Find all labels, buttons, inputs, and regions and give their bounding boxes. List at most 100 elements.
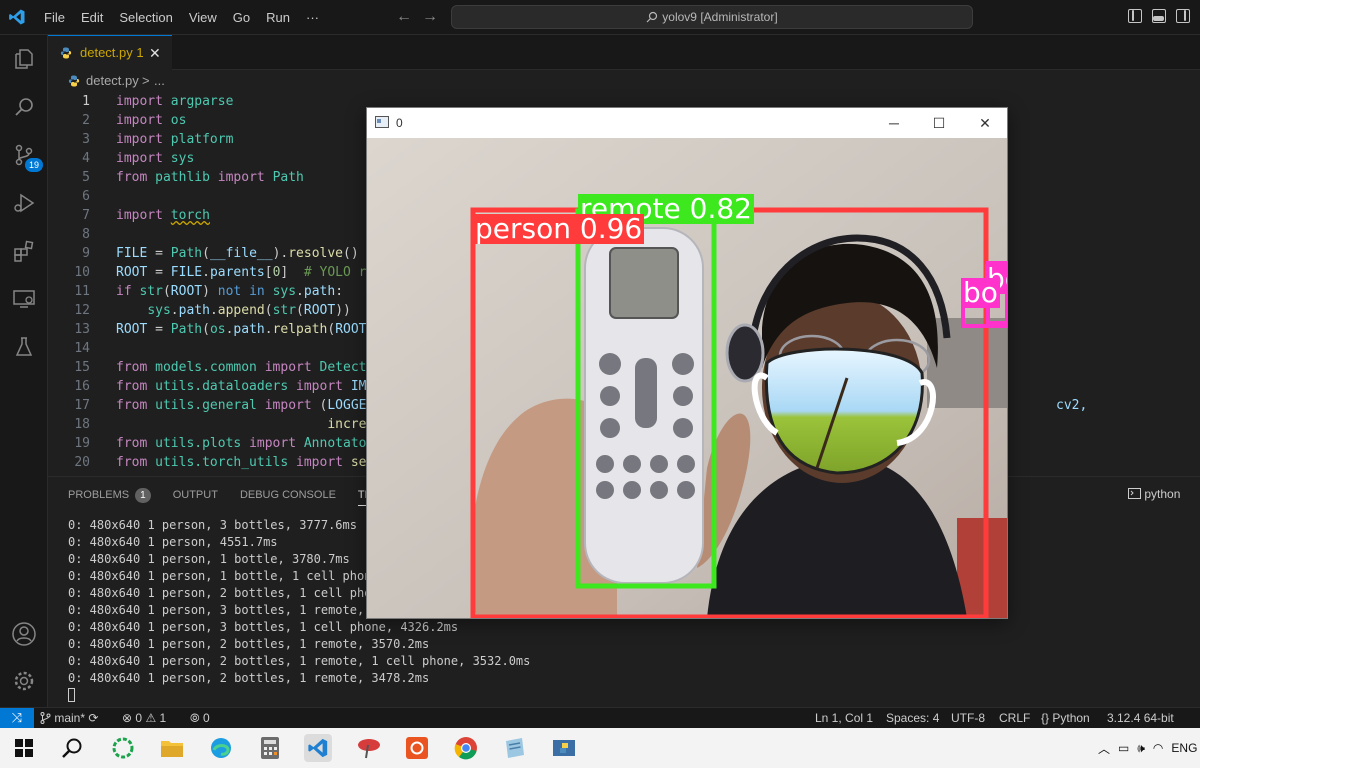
command-center-search[interactable]: yolov9 [Administrator] xyxy=(451,5,973,29)
person-detection-label: person 0.96 xyxy=(473,212,645,245)
vscode-taskbar-icon[interactable] xyxy=(304,734,332,762)
line-number: 20 xyxy=(74,455,90,470)
code-text: FILE = Path(__file__).resolve() xyxy=(116,246,359,261)
line-endings[interactable]: CRLF xyxy=(999,708,1030,728)
python-idle-icon[interactable] xyxy=(550,734,578,762)
back-arrow-icon[interactable]: ← xyxy=(396,8,422,25)
forward-arrow-icon[interactable]: → xyxy=(422,8,448,25)
system-tray: ︿ ▭ 🕪 ◠ ENG xyxy=(1098,728,1197,768)
chrome-icon[interactable] xyxy=(452,734,480,762)
code-text: import torch xyxy=(116,208,210,223)
opencv-window[interactable]: 0 ─ ☐ ✕ remote 0.82 person 0.96 bo xyxy=(366,107,1008,619)
line-number: 12 xyxy=(74,303,90,318)
terminal-instance[interactable]: python xyxy=(1128,487,1180,501)
toggle-panel-icon[interactable] xyxy=(1152,9,1166,23)
toggle-primary-sidebar-icon[interactable] xyxy=(1128,9,1142,23)
code-text: from utils.dataloaders import IMG xyxy=(116,379,375,394)
tab-problems-label: PROBLEMS xyxy=(68,489,130,501)
source-control-icon[interactable]: 19 xyxy=(0,131,48,179)
explorer-icon[interactable] xyxy=(0,35,48,83)
line-number: 1 xyxy=(82,94,90,109)
ubuntu-icon[interactable] xyxy=(403,734,431,762)
menu-view[interactable]: View xyxy=(181,0,225,35)
line-number: 14 xyxy=(74,341,90,356)
language-label: Python xyxy=(1052,711,1090,725)
search-icon[interactable] xyxy=(0,83,48,131)
wifi-icon[interactable]: ◠ xyxy=(1153,741,1163,755)
menu-more[interactable]: ··· xyxy=(298,0,327,35)
terminal-icon xyxy=(1128,488,1141,499)
tab-output[interactable]: OUTPUT xyxy=(173,489,218,501)
opencv-titlebar[interactable]: 0 ─ ☐ ✕ xyxy=(367,108,1007,138)
desktop-area xyxy=(1200,0,1366,728)
toggle-secondary-sidebar-icon[interactable] xyxy=(1176,9,1190,23)
testing-flask-icon[interactable] xyxy=(0,323,48,371)
activity-bar: 19 xyxy=(0,35,48,707)
line-number: 8 xyxy=(82,227,90,242)
tab-detect-py[interactable]: detect.py 1 ✕ xyxy=(48,35,172,70)
breadcrumb-file[interactable]: detect.py xyxy=(86,70,139,92)
source-control-badge: 19 xyxy=(25,158,44,172)
encoding[interactable]: UTF-8 xyxy=(951,708,985,728)
editor-tabs: detect.py 1 ✕ xyxy=(48,35,1200,70)
breadcrumb-more[interactable]: ... xyxy=(154,70,165,92)
cortana-icon[interactable] xyxy=(109,734,137,762)
battery-icon[interactable]: ▭ xyxy=(1118,741,1129,755)
close-button[interactable]: ✕ xyxy=(970,112,1000,134)
tab-output-label: OUTPUT xyxy=(172,489,218,501)
error-count: 0 xyxy=(135,711,143,725)
language-mode[interactable]: {} Python xyxy=(1041,708,1090,728)
code-text: import platform xyxy=(116,132,234,147)
problems-count-badge: 1 xyxy=(135,487,151,503)
line-number: 7 xyxy=(82,208,90,223)
terminal-line: 0: 480x640 1 person, 2 bottles, 1 remote… xyxy=(68,654,531,668)
file-explorer-icon[interactable] xyxy=(158,734,186,762)
ports-icon: ⦾ xyxy=(190,711,200,725)
close-tab-icon[interactable]: ✕ xyxy=(149,36,161,70)
start-button-icon[interactable] xyxy=(10,734,38,762)
menu-file[interactable]: File xyxy=(36,0,73,35)
menu-run[interactable]: Run xyxy=(258,0,298,35)
remote-indicator-icon[interactable]: ⤨ xyxy=(0,708,34,728)
paint-icon[interactable] xyxy=(355,734,383,762)
line-number: 4 xyxy=(82,151,90,166)
ports-indicator[interactable]: ⦾ 0 xyxy=(190,708,210,728)
indentation[interactable]: Spaces: 4 xyxy=(886,708,939,728)
minimize-button[interactable]: ─ xyxy=(879,112,909,134)
python-interpreter[interactable]: 3.12.4 64-bit xyxy=(1107,708,1174,728)
code-text: increm xyxy=(327,417,375,432)
calculator-icon[interactable] xyxy=(256,734,284,762)
tab-problems[interactable]: PROBLEMS 1 xyxy=(68,487,151,503)
settings-gear-icon[interactable] xyxy=(0,657,48,705)
menu-edit[interactable]: Edit xyxy=(73,0,111,35)
maximize-button[interactable]: ☐ xyxy=(924,112,954,134)
input-language[interactable]: ENG xyxy=(1171,741,1197,755)
sync-icon[interactable]: ⟳ xyxy=(88,711,98,725)
code-text: from models.common import DetectM xyxy=(116,360,375,375)
code-text: import argparse xyxy=(116,94,234,109)
cursor-position[interactable]: Ln 1, Col 1 xyxy=(815,708,873,728)
tab-debug-console[interactable]: DEBUG CONSOLE xyxy=(240,489,336,501)
show-hidden-icons-chevron-icon[interactable]: ︿ xyxy=(1098,740,1110,757)
terminal-prompt[interactable] xyxy=(68,687,530,704)
code-text: import os xyxy=(116,113,187,128)
status-bar: ⤨ main* ⟳ ⊗ 0 ⚠ 1 ⦾ 0 Ln 1, Col 1 Spaces… xyxy=(0,707,1200,728)
python-file-icon xyxy=(68,75,80,87)
volume-icon[interactable]: 🕪 xyxy=(1137,741,1145,756)
line-number: 16 xyxy=(74,379,90,394)
search-icon xyxy=(646,11,658,23)
edge-browser-icon[interactable] xyxy=(207,734,235,762)
extensions-icon[interactable] xyxy=(0,227,48,275)
run-debug-icon[interactable] xyxy=(0,179,48,227)
remote-explorer-icon[interactable] xyxy=(0,275,48,323)
python-file-icon xyxy=(60,47,72,59)
bottle-detection-label: bo xyxy=(961,276,1000,309)
menu-go[interactable]: Go xyxy=(225,0,258,35)
problems-indicator[interactable]: ⊗ 0 ⚠ 1 xyxy=(122,708,166,728)
accounts-icon[interactable] xyxy=(0,610,48,658)
notepad-icon[interactable] xyxy=(500,734,528,762)
branch-indicator[interactable]: main* ⟳ xyxy=(40,708,98,728)
menu-selection[interactable]: Selection xyxy=(111,0,180,35)
code-text: ROOT = FILE.parents[0] # YOLO ro xyxy=(116,265,375,280)
search-icon[interactable] xyxy=(58,734,86,762)
